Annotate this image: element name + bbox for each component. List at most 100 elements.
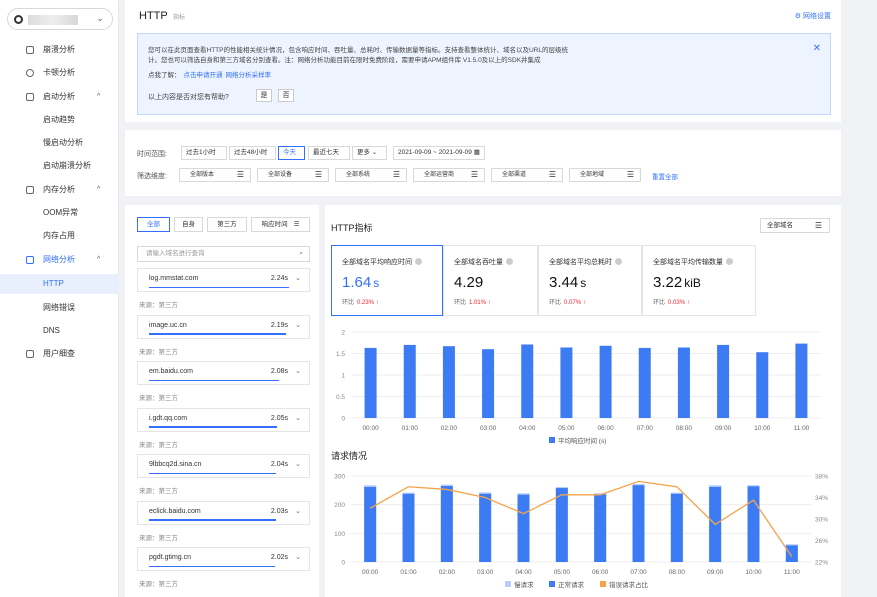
x-tick-label: 10:00	[754, 425, 771, 432]
metric-card[interactable]: 全部域名平均传输数量 3.22 kiB 环比 0.03% ↑	[642, 245, 756, 316]
feedback-no-button[interactable]: 否	[278, 89, 294, 102]
bar[interactable]	[482, 349, 495, 418]
domain-select[interactable]: 全部域名 ☰	[760, 218, 830, 233]
tab-3[interactable]: 响应时间 ☰	[251, 217, 310, 232]
reset-all-link[interactable]: 重置全部	[652, 171, 678, 181]
domain-value: 2.02s	[270, 554, 288, 561]
dimension-select-2[interactable]: 全部系统 ☰	[335, 168, 407, 182]
dimension-select-5[interactable]: 全部地域 ☰	[569, 168, 641, 182]
sidebar-item-launch-crash[interactable]: 启动崩溃分析	[0, 156, 119, 176]
sidebar-item-memory-usage[interactable]: 内存占用	[0, 226, 119, 246]
time-btn-2[interactable]: 今天	[278, 146, 305, 160]
network-settings-link[interactable]: ⚙ 网络设置	[795, 11, 831, 21]
sidebar-item-crash[interactable]: 崩溃分析	[0, 40, 119, 60]
bar-normal[interactable]	[555, 488, 568, 562]
arrow-up-icon: ↑	[583, 300, 587, 306]
page-title: HTTP	[139, 10, 168, 22]
domain-row[interactable]: i.gdt.qq.com 2.05s ⌄	[137, 407, 310, 432]
sidebar-item-launch[interactable]: 启动分析 ^	[0, 87, 119, 107]
domain-row[interactable]: log.mmstat.com 2.24s ⌄	[137, 268, 310, 292]
app-selector[interactable]: ⌄	[7, 8, 113, 30]
domain-row[interactable]: pgdt.gtimg.cn 2.02s ⌄	[137, 547, 310, 571]
x-tick-label: 02:00	[439, 569, 456, 576]
memory-icon	[26, 186, 34, 194]
dimension-select-4[interactable]: 全部渠道 ☰	[491, 168, 563, 182]
chevron-down-icon[interactable]: ⌄	[295, 321, 301, 329]
chevron-down-icon[interactable]: ⌄	[295, 460, 301, 468]
domain-row[interactable]: 9lbbcq2d.sina.cn 2.04s ⌄	[137, 454, 310, 478]
response-time-chart: 0 0.5 1 1.5 2 00:00 01:00 02:00 03:00 04:00 05:00 0…	[336, 330, 821, 445]
time-btn-1[interactable]: 过去48小时	[229, 146, 276, 160]
domain-source: 来源：第三方	[139, 395, 178, 402]
tab-2[interactable]: 第三方	[207, 217, 247, 232]
bar-normal[interactable]	[632, 485, 645, 562]
sidebar-item-network[interactable]: 网络分析 ^	[0, 250, 119, 270]
bar[interactable]	[677, 347, 690, 418]
tab-1[interactable]: 自身	[174, 217, 203, 232]
bar[interactable]	[442, 346, 455, 418]
arrow-up-icon: ↑	[488, 300, 492, 306]
domain-search-input[interactable]: 请输入域名进行查询 ⌕	[137, 246, 310, 262]
bar[interactable]	[521, 344, 534, 418]
bar[interactable]	[599, 345, 612, 418]
dimension-select-0[interactable]: 全部版本 ☰	[179, 168, 251, 182]
metric-card[interactable]: 全部域名吞吐量 4.29 环比 1.01% ↑	[443, 245, 538, 316]
bar-normal[interactable]	[517, 494, 530, 562]
domain-row[interactable]: eclick.baidu.com 2.03s ⌄	[137, 500, 310, 525]
chevron-down-icon[interactable]: ⌄	[295, 414, 301, 422]
bar-normal[interactable]	[364, 486, 377, 562]
metric-card[interactable]: 全部域名平均响应时间 1.64 s 环比 0.23% ↑	[331, 245, 443, 316]
chevron-down-icon[interactable]: ⌄	[295, 553, 301, 561]
help-icon[interactable]	[415, 258, 422, 265]
time-btn-0[interactable]: 过去1小时	[181, 146, 227, 160]
sidebar-item-memory[interactable]: 内存分析 ^	[0, 180, 119, 200]
domain-row[interactable]: image.uc.cn 2.19s ⌄	[137, 314, 310, 339]
metric-card[interactable]: 全部域名平均总耗时 3.44 s 环比 0.07% ↑	[538, 245, 642, 316]
bar[interactable]	[717, 344, 730, 418]
bar[interactable]	[756, 352, 769, 418]
time-btn-4[interactable]: 更多 ⌄	[352, 146, 387, 160]
help-icon[interactable]	[506, 258, 513, 265]
info-learn-label: 点我了解：	[148, 72, 181, 79]
bar-normal[interactable]	[440, 486, 453, 562]
bar[interactable]	[364, 347, 377, 418]
bar-normal[interactable]	[594, 494, 607, 562]
sidebar-item-slow-launch[interactable]: 慢启动分析	[0, 133, 119, 153]
bar-normal[interactable]	[479, 493, 492, 562]
sidebar-item-user-lookup[interactable]: 用户细查	[0, 344, 119, 364]
feedback-yes-button[interactable]: 是	[256, 89, 272, 102]
tab-0[interactable]: 全部	[137, 217, 170, 232]
bar-normal[interactable]	[670, 493, 683, 562]
error-rate-line[interactable]	[369, 480, 793, 557]
chevron-down-icon[interactable]: ⌄	[295, 507, 301, 515]
metrics-title: HTTP指标	[331, 223, 373, 233]
bar[interactable]	[403, 344, 416, 418]
sampling-rate-link[interactable]: 网络分析采样率	[226, 72, 272, 79]
bar[interactable]	[560, 347, 573, 418]
chevron-down-icon: ⌄	[96, 13, 104, 23]
domain-row[interactable]: em.baidu.com 2.08s ⌄	[137, 361, 310, 385]
apply-link[interactable]: 点击申请开通	[184, 72, 223, 79]
sidebar-item-network-error[interactable]: 网络错误	[0, 298, 119, 318]
bar-normal[interactable]	[402, 493, 415, 562]
dimension-select-1[interactable]: 全部设备 ☰	[257, 168, 329, 182]
bar[interactable]	[638, 347, 651, 418]
chevron-down-icon[interactable]: ⌄	[295, 367, 301, 375]
sidebar-item-oom[interactable]: OOM异常	[0, 203, 119, 223]
sidebar-item-lag[interactable]: 卡顿分析	[0, 63, 119, 83]
help-icon[interactable]	[615, 258, 622, 265]
sidebar-item-http[interactable]: HTTP	[0, 274, 119, 294]
time-btn-3[interactable]: 最近七天	[308, 146, 350, 160]
close-icon[interactable]: ✕	[813, 43, 821, 54]
bar-normal[interactable]	[747, 486, 760, 562]
x-tick-label: 02:00	[441, 425, 458, 432]
bar[interactable]	[795, 343, 808, 418]
sidebar-item-dns[interactable]: DNS	[0, 321, 119, 341]
metric-change: 环比 0.23% ↑	[342, 297, 379, 306]
date-range-picker[interactable]: 2021-09-09 ~ 2021-09-09 ▦	[393, 146, 485, 160]
help-icon[interactable]	[726, 258, 733, 265]
dimension-select-3[interactable]: 全部运营商 ☰	[413, 168, 485, 182]
sidebar-item-launch-trend[interactable]: 启动趋势	[0, 110, 119, 130]
chevron-down-icon[interactable]: ⌄	[295, 274, 301, 282]
bar-normal[interactable]	[785, 545, 798, 562]
